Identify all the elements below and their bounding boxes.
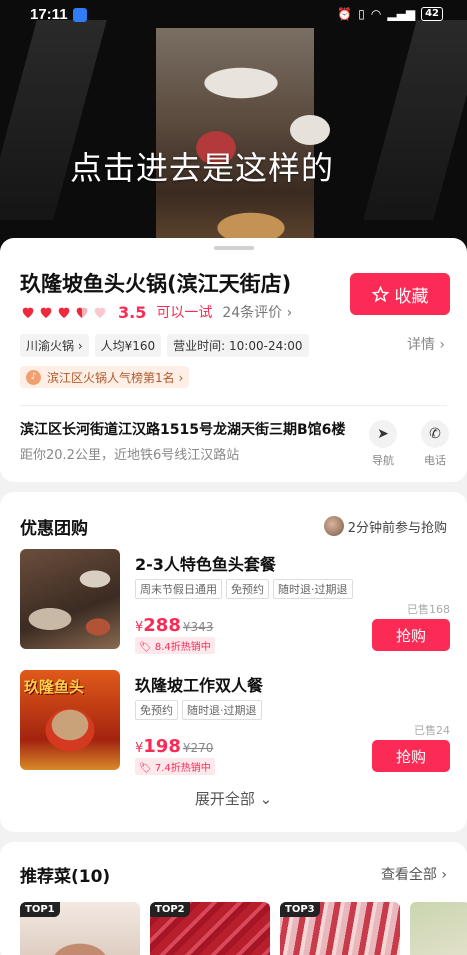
rank-label: 滨江区火锅人气榜第1名 ›: [47, 370, 184, 385]
shop-tags: 川渝火锅 › 人均¥160 营业时间: 10:00-24:00: [20, 334, 309, 357]
recent-join-text: 2分钟前参与抢购: [347, 520, 447, 536]
price-value: 198: [143, 736, 181, 757]
dish-card[interactable]: TOP3: [280, 902, 400, 955]
deal-chip: 免预约: [135, 700, 178, 720]
hero-caption: 点击进去是这样的: [70, 149, 335, 187]
hero-media[interactable]: 点击进去是这样的: [0, 0, 467, 262]
phone-icon: ✆: [421, 420, 449, 448]
battery-icon: 42: [421, 7, 443, 21]
heart-icon: [40, 307, 52, 318]
reviews-link[interactable]: 24条评价 ›: [222, 302, 292, 322]
buy-button[interactable]: 抢购: [372, 740, 450, 772]
avatar: [323, 516, 344, 536]
deal-chip: 免预约: [226, 579, 269, 599]
vibrate-icon: ▯: [358, 7, 365, 21]
shop-info-card: 玖隆坡鱼头火锅(滨江天街店) 收藏 3.5 可以一试 24条评价 › 川渝火锅 …: [0, 238, 467, 482]
deal-item[interactable]: 2-3人特色鱼头套餐 周末节假日通用 免预约 随时退·过期退 ¥288 ¥343 …: [20, 549, 450, 654]
price-value: 288: [143, 615, 181, 636]
shop-name: 玖隆坡鱼头火锅(滨江天街店): [20, 272, 292, 296]
deal-title: 玖隆坡工作双人餐: [135, 676, 264, 695]
hero-photo-plate: [290, 115, 330, 145]
notification-app-icon: [73, 8, 87, 22]
deal-chip: 周末节假日通用: [135, 579, 222, 599]
deals-section: 优惠团购 2分钟前参与抢购 2-3人特色鱼头套餐 周末节假日通用 免预约 随时退…: [0, 492, 467, 832]
alarm-icon: ⏰: [337, 7, 353, 21]
deal-thumbnail: 玖隆鱼头: [20, 670, 120, 770]
signal-icon: ▂▄▆: [387, 7, 416, 21]
dish-rank-badge: TOP2: [150, 902, 190, 917]
douyin-icon: ♪: [26, 369, 41, 385]
deals-title: 优惠团购: [20, 519, 88, 539]
navigation-arrow-icon: ➤: [369, 420, 397, 448]
original-price: ¥270: [182, 741, 214, 755]
favorite-label: 收藏: [394, 286, 429, 307]
tag-category[interactable]: 川渝火锅 ›: [20, 334, 89, 357]
deal-price: ¥198 ¥270: [135, 736, 213, 757]
dish-card[interactable]: TOP2: [150, 902, 270, 955]
dish-rank-badge: TOP1: [20, 902, 60, 917]
drag-handle[interactable]: [214, 246, 254, 250]
shop-distance: 距你20.2公里，近地铁6号线江汉路站: [20, 448, 240, 463]
dish-card[interactable]: [410, 902, 467, 955]
call-button[interactable]: ✆ 电话: [415, 420, 455, 468]
tag-hours: 营业时间: 10:00-24:00: [167, 334, 309, 357]
deal-chip: 随时退·过期退: [273, 579, 353, 599]
deal-chip: 随时退·过期退: [182, 700, 262, 720]
see-all-link[interactable]: 查看全部 ›: [381, 864, 447, 884]
status-bar: 17:11 ⏰ ▯ ◠ ▂▄▆ 42: [0, 0, 467, 30]
half-heart-icon: [76, 307, 88, 318]
call-label: 电话: [424, 454, 446, 467]
brand-logo: 玖隆鱼头: [24, 678, 85, 696]
discount-badge: 🏷 8.4折热销中: [135, 637, 215, 654]
status-time: 17:11: [30, 6, 68, 23]
heart-icon: [22, 307, 34, 318]
sold-count: 已售24: [414, 724, 450, 737]
recommended-section: 推荐菜(10) 查看全部 › TOP1 TOP2 TOP3: [0, 842, 467, 955]
screen: 点击进去是这样的 17:11 ⏰ ▯ ◠ ▂▄▆ 42 玖隆坡鱼头火锅(滨江天街…: [0, 0, 467, 955]
navigate-label: 导航: [372, 454, 394, 467]
hero-background: [363, 20, 467, 220]
rating-row[interactable]: 3.5 可以一试 24条评价 ›: [20, 302, 292, 322]
discount-label: 7.4折热销中: [154, 763, 211, 774]
star-icon: [371, 285, 389, 302]
heart-icon: [58, 307, 70, 318]
empty-heart-icon: [94, 307, 106, 318]
favorite-button[interactable]: 收藏: [350, 273, 450, 315]
discount-label: 8.4折热销中: [154, 642, 211, 653]
deal-chips: 免预约 随时退·过期退: [135, 700, 262, 720]
hero-background: [0, 20, 107, 220]
rating-level: 可以一试: [156, 305, 213, 321]
rank-badge[interactable]: ♪ 滨江区火锅人气榜第1名 ›: [20, 366, 190, 388]
details-link[interactable]: 详情 ›: [407, 334, 445, 354]
deal-chips: 周末节假日通用 免预约 随时退·过期退: [135, 579, 353, 599]
expand-all-button[interactable]: 展开全部 ⌄: [0, 788, 467, 809]
deal-title: 2-3人特色鱼头套餐: [135, 555, 276, 574]
rating-score: 3.5: [118, 302, 147, 322]
deal-thumbnail: [20, 549, 120, 649]
dish-card[interactable]: TOP1: [20, 902, 140, 955]
deal-price: ¥288 ¥343: [135, 615, 213, 636]
tag-avg-price: 人均¥160: [94, 334, 162, 357]
sold-count: 已售168: [407, 603, 450, 616]
shop-address[interactable]: 滨江区长河街道江汉路1515号龙湖天街三期B馆6楼: [20, 419, 345, 439]
deal-item[interactable]: 玖隆鱼头 玖隆坡工作双人餐 免预约 随时退·过期退 ¥198 ¥270 🏷 7.4…: [20, 670, 450, 775]
divider: [20, 405, 447, 406]
recommended-title: 推荐菜(10): [20, 867, 111, 887]
discount-badge: 🏷 7.4折热销中: [135, 758, 215, 775]
wifi-icon: ◠: [370, 7, 382, 21]
navigate-button[interactable]: ➤ 导航: [363, 420, 403, 468]
original-price: ¥343: [182, 620, 214, 634]
dish-rank-badge: TOP3: [280, 902, 320, 917]
buy-button[interactable]: 抢购: [372, 619, 450, 651]
recent-join-indicator: 2分钟前参与抢购: [323, 516, 447, 536]
